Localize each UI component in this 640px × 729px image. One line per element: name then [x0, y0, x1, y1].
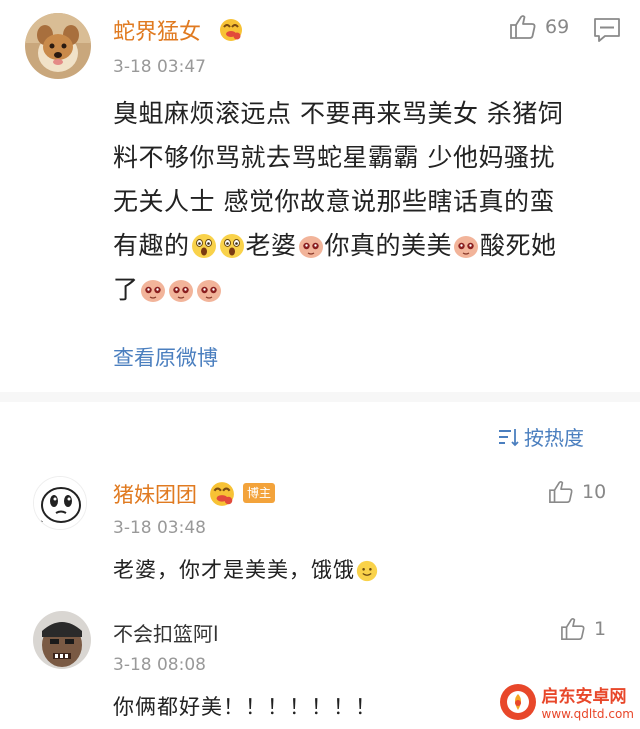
comment-line: 臭蛆麻烦滚远点 不要再来骂美女 杀猪饲 — [113, 99, 564, 128]
reply-text: 老婆，你才是美美，饿饿 — [113, 554, 379, 584]
like-button[interactable]: 1 — [560, 617, 606, 641]
comment-icon[interactable] — [593, 17, 621, 43]
comment-text: 了 — [113, 275, 139, 304]
like-count: 1 — [594, 618, 607, 640]
comment-text: 你真的美美 — [324, 231, 453, 260]
reply-item: 猪妹团团 博主 3-18 03:48 10 老婆，你才是美美，饿饿 — [0, 464, 640, 597]
vip-emoji-icon — [220, 19, 242, 41]
comment-line: 料不够你骂就去骂蛇星霸霸 少他妈骚扰 — [113, 143, 555, 172]
sort-bar: 按热度 — [0, 402, 640, 464]
username[interactable]: 不会扣篮阿l — [113, 618, 219, 647]
shy-emoji-icon — [168, 280, 193, 302]
comment-text: 老婆 — [245, 231, 297, 260]
thumbs-up-icon — [549, 481, 573, 503]
username[interactable]: 蛇界猛女 — [113, 14, 201, 46]
comment-text: 有趣的 — [113, 231, 190, 260]
like-count: 10 — [582, 481, 607, 503]
section-divider — [0, 392, 640, 402]
like-button[interactable]: 10 — [548, 480, 606, 504]
timestamp: 3-18 03:47 — [113, 57, 206, 77]
surprised-emoji-icon — [219, 234, 244, 258]
surprised-emoji-icon — [191, 234, 216, 258]
sort-by-hot-button[interactable]: 按热度 — [498, 422, 584, 451]
timestamp: 3-18 08:08 — [113, 655, 206, 675]
timestamp: 3-18 03:48 — [113, 518, 206, 538]
reply-text-content: 老婆，你才是美美，饿饿 — [113, 558, 355, 582]
thumbs-up-icon — [561, 618, 585, 640]
thumbs-up-icon — [510, 15, 536, 39]
avatar-reply[interactable] — [33, 476, 87, 530]
sort-icon — [499, 428, 519, 446]
watermark-url: www.qdltd.com — [541, 707, 635, 721]
comment-line: 无关人士 感觉你故意说那些瞎话真的蛮 — [113, 187, 555, 216]
like-count: 69 — [545, 16, 570, 38]
username[interactable]: 猪妹团团 — [113, 479, 197, 509]
shy-emoji-icon — [454, 236, 479, 258]
sort-label: 按热度 — [524, 426, 584, 450]
shy-emoji-icon — [298, 236, 323, 258]
smile-emoji-icon — [356, 560, 378, 582]
vip-emoji-icon — [210, 482, 234, 506]
site-watermark: 启东安卓网 www.qdltd.com — [499, 682, 635, 721]
view-original-link[interactable]: 查看原微博 — [113, 342, 218, 372]
shy-emoji-icon — [196, 280, 221, 302]
main-comment: 蛇界猛女 3-18 03:47 69 臭蛆麻烦滚远点 不要再来骂美女 杀猪饲 料… — [0, 0, 640, 392]
reply-text: 你俩都好美！！！！！！！ — [113, 695, 377, 719]
avatar-reply[interactable] — [33, 611, 91, 669]
shy-emoji-icon — [140, 280, 165, 302]
watermark-title: 启东安卓网 — [541, 687, 627, 707]
watermark-logo-icon — [499, 683, 536, 720]
blogger-badge: 博主 — [243, 483, 276, 503]
comment-body: 臭蛆麻烦滚远点 不要再来骂美女 杀猪饲 料不够你骂就去骂蛇星霸霸 少他妈骚扰 无… — [113, 92, 613, 312]
comment-line: 有趣的 老婆 你真的美美 酸死她 — [113, 224, 613, 268]
comment-line: 了 — [113, 268, 613, 312]
avatar-main[interactable] — [25, 13, 91, 79]
comment-text: 酸死她 — [480, 231, 557, 260]
like-button[interactable]: 69 — [509, 14, 569, 40]
